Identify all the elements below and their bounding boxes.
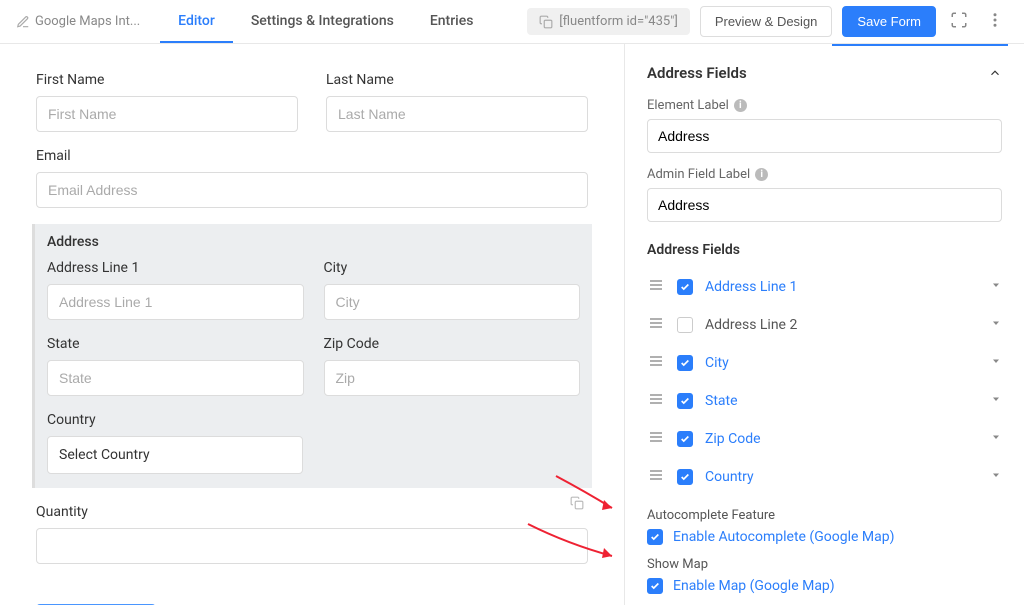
drag-handle-icon[interactable] [647,467,665,487]
chevron-up-icon [988,66,1002,80]
chevron-down-icon[interactable] [990,393,1002,409]
chevron-down-icon[interactable] [990,469,1002,485]
drag-handle-icon[interactable] [647,277,665,297]
pencil-icon [16,15,30,29]
drag-handle-icon[interactable] [647,391,665,411]
panel-title: Address Fields [647,64,747,82]
preview-button[interactable]: Preview & Design [700,6,833,37]
duplicate-icon[interactable] [570,496,584,514]
top-bar: Google Maps Int... Editor Settings & Int… [0,0,1024,44]
chevron-down-icon[interactable] [990,317,1002,333]
chevron-down-icon[interactable] [990,355,1002,371]
tab-entries[interactable]: Entries [412,1,492,43]
field-checkbox[interactable] [677,469,693,485]
element-label-input[interactable] [647,119,1002,153]
country-select[interactable]: Select Country [47,436,303,474]
fullscreen-icon [950,11,968,29]
element-label-text: Element Label i [647,98,1002,113]
state-label: State [47,336,304,352]
field-label: Zip Code [705,431,978,447]
city-input[interactable] [324,284,581,320]
panel-body: Element Label i Admin Field Label i Addr… [625,98,1024,605]
address-field-row[interactable]: City [647,344,1002,382]
tab-settings[interactable]: Settings & Integrations [233,1,412,43]
autocomplete-check-row[interactable]: Enable Autocomplete (Google Map) [647,529,1002,545]
drag-handle-icon[interactable] [647,429,665,449]
field-label: Address Line 1 [705,279,978,295]
field-checkbox[interactable] [677,279,693,295]
shortcode-text: [fluentform id="435"] [559,14,678,29]
save-button[interactable]: Save Form [842,6,936,37]
field-label: City [705,355,978,371]
field-checkbox[interactable] [677,317,693,333]
workspace: First Name Last Name Email Address Addre… [0,44,1024,605]
copy-icon [539,15,553,29]
email-label: Email [36,148,588,164]
top-left: Google Maps Int... Editor Settings & Int… [16,1,491,43]
breadcrumb[interactable]: Google Maps Int... [16,14,160,29]
address-field-row[interactable]: Address Line 1 [647,268,1002,306]
more-icon [986,11,1004,29]
tabs: Editor Settings & Integrations Entries [160,1,491,43]
showmap-header: Show Map [647,557,1002,572]
form-canvas: First Name Last Name Email Address Addre… [0,44,624,605]
panel-header[interactable]: Address Fields [625,46,1024,98]
zip-input[interactable] [324,360,581,396]
autocomplete-checkbox[interactable] [647,529,663,545]
field-label: Address Line 2 [705,317,978,333]
admin-label-text: Admin Field Label i [647,167,1002,182]
drag-handle-icon[interactable] [647,315,665,335]
info-icon[interactable]: i [734,99,747,112]
last-name-label: Last Name [326,72,588,88]
address-fields-header: Address Fields [647,242,1002,258]
showmap-check-row[interactable]: Enable Map (Google Map) [647,578,1002,594]
first-name-label: First Name [36,72,298,88]
field-label: State [705,393,978,409]
autocomplete-label: Enable Autocomplete (Google Map) [673,529,894,545]
fullscreen-button[interactable] [946,7,972,36]
showmap-checkbox[interactable] [647,578,663,594]
field-checkbox[interactable] [677,431,693,447]
address-title: Address [47,234,580,250]
addr1-input[interactable] [47,284,304,320]
more-button[interactable] [982,7,1008,36]
top-right: [fluentform id="435"] Preview & Design S… [527,6,1008,37]
address-block[interactable]: Address Address Line 1 City State Zip Co… [32,224,592,488]
admin-label-input[interactable] [647,188,1002,222]
drag-handle-icon[interactable] [647,353,665,373]
city-label: City [324,260,581,276]
sidebar: Address Fields Element Label i Admin Fie… [624,44,1024,605]
country-label: Country [47,412,303,428]
tab-editor[interactable]: Editor [160,1,233,43]
last-name-input[interactable] [326,96,588,132]
field-label: Country [705,469,978,485]
address-field-row[interactable]: Address Line 2 [647,306,1002,344]
address-field-row[interactable]: Country [647,458,1002,496]
quantity-input[interactable] [36,528,588,564]
autocomplete-header: Autocomplete Feature [647,508,1002,523]
state-input[interactable] [47,360,304,396]
breadcrumb-text: Google Maps Int... [35,14,140,29]
address-field-row[interactable]: Zip Code [647,420,1002,458]
quantity-label: Quantity [36,504,588,520]
field-checkbox[interactable] [677,393,693,409]
shortcode-box[interactable]: [fluentform id="435"] [527,8,690,35]
info-icon[interactable]: i [755,168,768,181]
email-input[interactable] [36,172,588,208]
zip-label: Zip Code [324,336,581,352]
first-name-input[interactable] [36,96,298,132]
showmap-label: Enable Map (Google Map) [673,578,835,594]
chevron-down-icon[interactable] [990,431,1002,447]
addr1-label: Address Line 1 [47,260,304,276]
chevron-down-icon[interactable] [990,279,1002,295]
address-field-row[interactable]: State [647,382,1002,420]
field-checkbox[interactable] [677,355,693,371]
